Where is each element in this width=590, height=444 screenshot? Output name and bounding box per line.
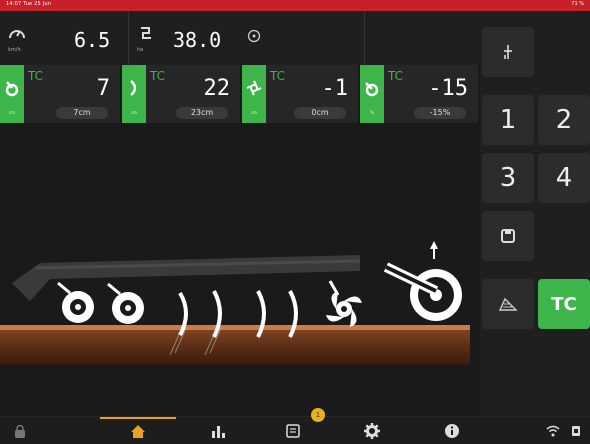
depth-control-button[interactable] [482, 27, 534, 77]
bottom-nav: 1 [0, 408, 590, 444]
disc-icon [5, 81, 19, 97]
speedometer-icon [9, 30, 25, 39]
machine-frame [12, 255, 361, 301]
soil-surface [0, 325, 470, 330]
cell-icon-box: % [360, 65, 384, 123]
settings-tab[interactable] [344, 417, 400, 444]
lock-icon [15, 424, 25, 438]
tc-label: TC [28, 69, 44, 83]
cell-value: 7 [96, 76, 110, 101]
area-icon [141, 27, 151, 39]
cell-icon-box: cm [242, 65, 266, 123]
home-tab[interactable] [100, 417, 176, 444]
device-icon [572, 426, 580, 436]
status-time: 14:07 Tue 25 Jun [6, 1, 52, 7]
field-mode-button[interactable] [482, 279, 534, 329]
save-button[interactable] [482, 211, 534, 261]
disc-front-icon [57, 281, 94, 323]
cell-actual: -15% [414, 107, 466, 119]
cell-actual: 23cm [176, 107, 228, 119]
info-icon [445, 424, 459, 438]
info-tab[interactable] [424, 417, 480, 444]
tool-cells: cm TC 7 7cm cm TC 22 23cm cm TC -1 0cm %… [0, 65, 480, 123]
speed-unit: km/h [8, 47, 21, 53]
machine-diagram [0, 123, 480, 416]
device-status [566, 417, 586, 444]
area-metric: ha 38.0 [129, 11, 269, 65]
status-bar: 14:07 Tue 25 Jun 71 % [0, 0, 590, 11]
speed-metric: km/h 6.5 [0, 11, 128, 65]
preset-button-1[interactable]: 1 [482, 95, 534, 145]
tc-toggle-button[interactable]: TC [538, 279, 590, 329]
tine-icon [130, 80, 137, 96]
area-unit: ha [137, 47, 144, 53]
depth-adjust-icon [504, 45, 512, 59]
preset-button-4[interactable]: 4 [538, 153, 590, 203]
cell-value: -15 [428, 76, 468, 101]
cell-rotor[interactable]: cm TC -1 0cm [242, 65, 358, 123]
depth-arrow-icon [430, 241, 438, 259]
right-panel: 1 2 3 4 TC [480, 11, 590, 416]
divider [364, 11, 365, 65]
tc-label: TC [388, 69, 404, 83]
roller-icon [365, 82, 379, 97]
wifi-icon [546, 425, 560, 437]
gear-icon [364, 423, 380, 439]
bar-chart-icon [212, 426, 225, 438]
documents-tab[interactable] [265, 417, 321, 444]
speed-value: 6.5 [74, 28, 111, 52]
soil-layer [0, 325, 470, 365]
cell-roller[interactable]: % TC -15 -15% [360, 65, 478, 123]
cell-value: 22 [203, 76, 231, 101]
packer-roller-icon [383, 262, 462, 321]
metrics-row: km/h 6.5 ha 38.0 [0, 11, 480, 65]
lock-tab[interactable] [0, 417, 40, 444]
reset-icon[interactable] [247, 29, 261, 43]
preset-button-2[interactable]: 2 [538, 95, 590, 145]
notification-badge: 1 [311, 408, 325, 422]
rotor-icon [246, 80, 262, 96]
document-icon [286, 424, 300, 438]
statistics-tab[interactable] [190, 417, 246, 444]
rotor-icon [326, 280, 362, 327]
tc-label: TC [270, 69, 286, 83]
cell-discs-front[interactable]: cm TC 7 7cm [0, 65, 120, 123]
status-battery: 71 % [571, 1, 584, 7]
cell-actual: 0cm [294, 107, 346, 119]
cell-value: -1 [321, 76, 349, 101]
tc-label: TC [150, 69, 166, 83]
save-icon [501, 229, 515, 243]
wifi-status [540, 417, 566, 444]
home-icon [131, 424, 145, 438]
cell-icon-box: cm [0, 65, 24, 123]
disc-rear-icon [107, 282, 144, 324]
area-value: 38.0 [173, 28, 222, 52]
cell-tines[interactable]: cm TC 22 23cm [122, 65, 240, 123]
preset-button-3[interactable]: 3 [482, 153, 534, 203]
cell-actual: 7cm [56, 107, 108, 119]
field-icon [498, 297, 518, 311]
cell-icon-box: cm [122, 65, 146, 123]
